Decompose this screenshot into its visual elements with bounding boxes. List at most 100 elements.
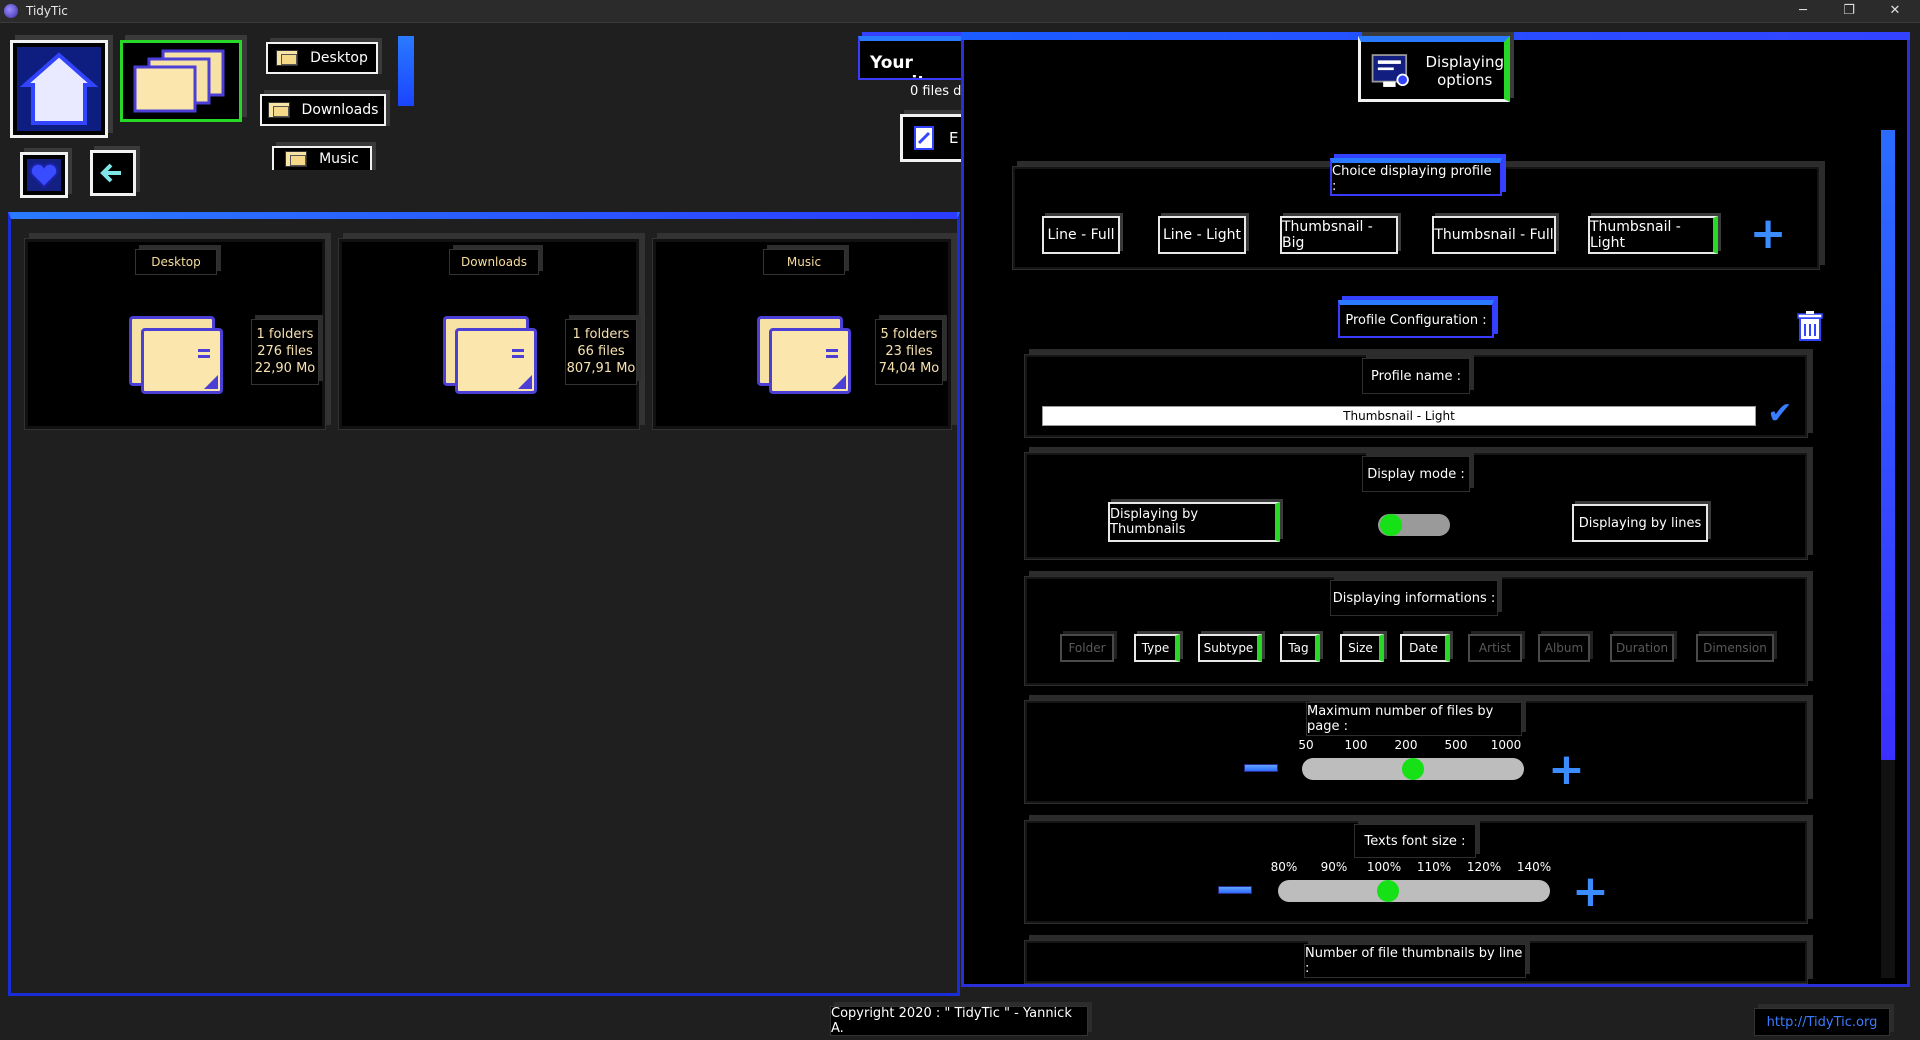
info-tag-duration[interactable]: Duration — [1610, 634, 1674, 662]
file-count: 276 files — [257, 344, 313, 359]
tick-label: 100% — [1366, 860, 1402, 874]
explorer-button[interactable] — [120, 40, 242, 122]
tick-label: 200 — [1394, 738, 1418, 752]
folder-stats: 1 folders 66 files 807,91 Mo — [565, 319, 637, 385]
profile-name-label: Profile name : — [1362, 358, 1470, 394]
font-size-label: Texts font size : — [1354, 824, 1476, 858]
folder-icon — [276, 50, 299, 66]
website-link[interactable]: http://TidyTic.org — [1754, 1008, 1890, 1036]
folder-size: 807,91 Mo — [566, 361, 636, 376]
delete-profile-button[interactable] — [1796, 310, 1824, 342]
info-tag-size[interactable]: Size — [1340, 634, 1384, 662]
folder-icon — [129, 316, 223, 394]
display-options-header: Displaying options — [1358, 36, 1510, 102]
monitor-edit-button[interactable]: E — [900, 114, 966, 162]
tick-label: 80% — [1270, 860, 1298, 874]
tick-label: 90% — [1320, 860, 1348, 874]
profile-thumbsnail-full[interactable]: Thumbsnail - Full — [1432, 216, 1556, 254]
folders-icon — [133, 49, 225, 113]
tick-label: 120% — [1466, 860, 1502, 874]
monitor-title: Your monito — [870, 53, 937, 78]
profile-thumbsnail-light[interactable]: Thumbsnail - Light — [1588, 216, 1718, 254]
trash-icon — [1797, 311, 1823, 341]
window-title: TidyTic — [26, 4, 68, 18]
tick-label: 50 — [1298, 738, 1314, 752]
max-files-slider[interactable] — [1302, 758, 1524, 780]
app-logo-icon — [4, 4, 18, 18]
back-button[interactable] — [90, 150, 136, 196]
folder-count: 1 folders — [572, 327, 630, 342]
max-files-label: Maximum number of files by page : — [1306, 702, 1522, 736]
back-arrow-icon — [100, 163, 121, 183]
restore-button[interactable]: ❐ — [1826, 0, 1872, 23]
folder-card-downloads[interactable]: Downloads 1 folders 66 files 807,91 Mo — [338, 238, 640, 430]
monitor-panel: Your monito — [858, 36, 968, 80]
favorites-button[interactable] — [20, 152, 68, 198]
shortcut-music[interactable]: Music — [272, 146, 372, 170]
mode-thumbnails-button[interactable]: Displaying by Thumbnails — [1108, 502, 1280, 542]
file-count: 23 files — [885, 344, 933, 359]
display-settings-icon — [1371, 53, 1409, 87]
display-options-title: Displaying options — [1425, 52, 1505, 89]
increase-max-files-button[interactable]: + — [1548, 748, 1585, 792]
home-button[interactable] — [10, 40, 108, 138]
profile-line-full[interactable]: Line - Full — [1042, 216, 1120, 254]
tick-label: 100 — [1344, 738, 1368, 752]
options-scroll-thumb[interactable] — [1881, 130, 1895, 760]
heart-icon — [27, 159, 61, 191]
info-tag-folder[interactable]: Folder — [1060, 634, 1114, 662]
decrease-max-files-button[interactable] — [1244, 764, 1278, 772]
shortcut-downloads[interactable]: Downloads — [260, 94, 386, 126]
copyright-text: Copyright 2020 : " TidyTic " - Yannick A… — [830, 1006, 1088, 1036]
profile-name-input[interactable]: Thumbsnail - Light — [1042, 406, 1756, 426]
info-tag-type[interactable]: Type — [1134, 634, 1180, 662]
shortcut-label: Music — [319, 151, 359, 167]
display-info-label: Displaying informations : — [1330, 580, 1498, 616]
decrease-font-size-button[interactable] — [1218, 886, 1252, 894]
toggle-knob[interactable] — [1380, 514, 1402, 536]
folder-stats: 1 folders 276 files 22,90 Mo — [251, 319, 319, 385]
font-size-slider[interactable] — [1278, 880, 1550, 902]
title-bar: TidyTic ─ ❐ ✕ — [0, 0, 1920, 23]
home-icon — [17, 47, 101, 131]
add-profile-button[interactable]: + — [1748, 212, 1788, 256]
folder-card-title: Downloads — [449, 249, 539, 275]
slider-knob[interactable] — [1377, 880, 1399, 902]
folder-card-desktop[interactable]: Desktop 1 folders 276 files 22,90 Mo — [24, 238, 326, 430]
thumbs-per-line-label: Number of file thumbnails by line : — [1304, 944, 1526, 978]
folder-card-title: Music — [763, 249, 845, 275]
folder-stats: 5 folders 23 files 74,04 Mo — [875, 319, 943, 385]
folder-card-music[interactable]: Music 5 folders 23 files 74,04 Mo — [652, 238, 952, 430]
folder-count: 1 folders — [256, 327, 314, 342]
mode-lines-button[interactable]: Displaying by lines — [1572, 504, 1708, 542]
folder-size: 22,90 Mo — [254, 361, 316, 376]
profile-thumbsnail-big[interactable]: Thumbsnail - Big — [1280, 216, 1398, 254]
tick-label: 140% — [1516, 860, 1552, 874]
monitor-subtitle: 0 files d — [910, 84, 962, 99]
confirm-name-button[interactable]: ✔ — [1762, 398, 1798, 430]
edit-icon — [914, 126, 934, 150]
font-size-ticks: 80% 90% 100% 110% 120% 140% — [1270, 860, 1570, 876]
info-tag-album[interactable]: Album — [1538, 634, 1590, 662]
folder-icon — [443, 316, 537, 394]
info-tag-date[interactable]: Date — [1400, 634, 1450, 662]
increase-font-size-button[interactable]: + — [1572, 870, 1609, 914]
tick-label: 1000 — [1490, 738, 1522, 752]
shortcuts-scrollbar[interactable] — [398, 36, 414, 106]
display-mode-toggle[interactable] — [1378, 514, 1450, 536]
max-files-ticks: 50 100 200 500 1000 — [1294, 738, 1544, 754]
info-tag-artist[interactable]: Artist — [1468, 634, 1522, 662]
shortcut-desktop[interactable]: Desktop — [266, 42, 378, 74]
close-button[interactable]: ✕ — [1872, 0, 1918, 23]
shortcut-label: Desktop — [310, 50, 368, 66]
profile-line-light[interactable]: Line - Light — [1158, 216, 1246, 254]
slider-knob[interactable] — [1402, 758, 1424, 780]
profile-choice-label: Choice displaying profile : — [1330, 158, 1502, 196]
info-tag-dimension[interactable]: Dimension — [1696, 634, 1774, 662]
tick-label: 110% — [1416, 860, 1452, 874]
info-tag-tag[interactable]: Tag — [1280, 634, 1320, 662]
minimize-button[interactable]: ─ — [1780, 0, 1826, 23]
file-count: 66 files — [577, 344, 625, 359]
folder-count: 5 folders — [880, 327, 938, 342]
info-tag-subtype[interactable]: Subtype — [1198, 634, 1262, 662]
